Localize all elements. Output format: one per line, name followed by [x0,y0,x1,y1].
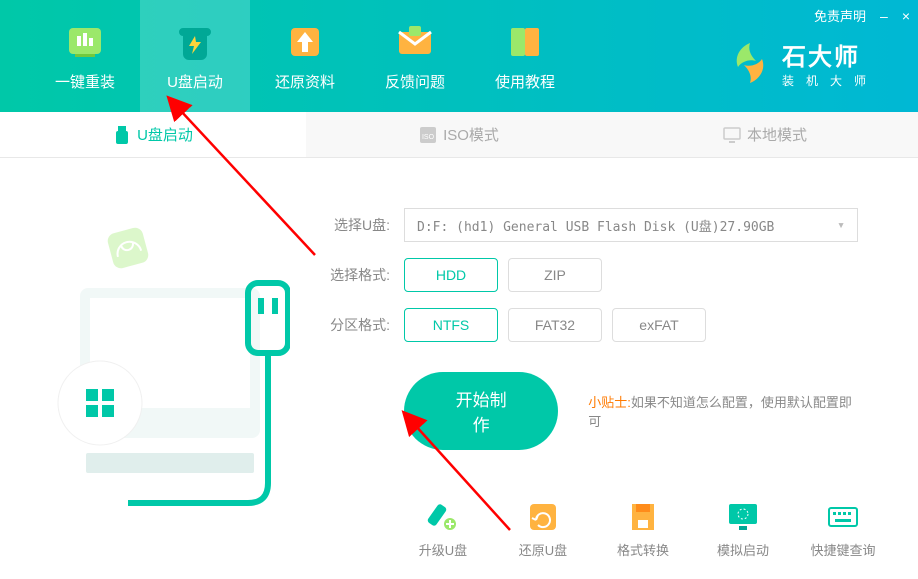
format-opt-hdd[interactable]: HDD [404,258,498,292]
svg-text:ISO: ISO [422,134,435,141]
minimize-button[interactable]: – [880,9,888,23]
restore-usb-icon [526,500,560,534]
local-icon [723,126,741,144]
nav-usb-boot[interactable]: U盘启动 [140,0,250,112]
usb-select-value: D:F: (hd1) General USB Flash Disk (U盘)27… [417,216,774,235]
usb-select[interactable]: D:F: (hd1) General USB Flash Disk (U盘)27… [404,208,858,242]
partition-opt-fat32[interactable]: FAT32 [508,308,602,342]
partition-options: NTFS FAT32 exFAT [404,308,706,342]
format-convert-icon [626,500,660,534]
tab-label: 本地模式 [747,124,807,145]
partition-opt-exfat[interactable]: exFAT [612,308,706,342]
tab-iso-mode[interactable]: ISO ISO模式 [306,112,612,157]
nav-label: 一键重装 [55,71,115,92]
partition-opt-ntfs[interactable]: NTFS [404,308,498,342]
action-restore-usb[interactable]: 还原U盘 [508,500,578,559]
nav-label: 反馈问题 [385,71,445,92]
decorative-graphic [30,208,290,488]
usb-icon [113,126,131,144]
bottom-actions: 升级U盘 还原U盘 格式转换 模拟启动 快捷键查询 [408,500,878,559]
tab-label: U盘启动 [137,124,193,145]
tutorial-icon [504,21,546,63]
brand-logo-icon [726,39,774,87]
usb-select-label: 选择U盘: [320,215,390,235]
disclaimer-link[interactable]: 免责声明 [814,6,866,25]
nav-label: 还原资料 [275,71,335,92]
action-label: 快捷键查询 [810,540,875,559]
upgrade-usb-icon [426,500,460,534]
app-header: 免责声明 – × 一键重装 U盘启动 还原资料 反馈问题 [0,0,918,112]
tip-highlight: 小贴士: [588,395,631,410]
brand-subtitle: 装机大师 [782,72,878,89]
action-hotkey-lookup[interactable]: 快捷键查询 [808,500,878,559]
nav-reinstall[interactable]: 一键重装 [30,0,140,112]
action-simulate-boot[interactable]: 模拟启动 [708,500,778,559]
action-label: 还原U盘 [519,540,567,559]
action-label: 模拟启动 [717,540,769,559]
format-opt-zip[interactable]: ZIP [508,258,602,292]
tip-text: 小贴士:如果不知道怎么配置，使用默认配置即可 [588,392,858,430]
iso-icon: ISO [419,126,437,144]
tab-local-mode[interactable]: 本地模式 [612,112,918,157]
partition-label: 分区格式: [320,315,390,335]
action-label: 格式转换 [617,540,669,559]
reinstall-icon [64,21,106,63]
close-button[interactable]: × [902,9,910,23]
format-label: 选择格式: [320,265,390,285]
nav-label: 使用教程 [495,71,555,92]
nav-feedback[interactable]: 反馈问题 [360,0,470,112]
nav-tutorial[interactable]: 使用教程 [470,0,580,112]
tab-usb-boot[interactable]: U盘启动 [0,112,306,157]
brand-title: 石大师 [782,37,878,72]
tab-label: ISO模式 [443,124,499,145]
nav-restore[interactable]: 还原资料 [250,0,360,112]
hotkey-icon [826,500,860,534]
titlebar-controls: 免责声明 – × [814,6,910,25]
form-area: 选择U盘: D:F: (hd1) General USB Flash Disk … [290,208,888,488]
nav-label: U盘启动 [167,71,223,92]
format-options: HDD ZIP [404,258,602,292]
action-label: 升级U盘 [419,540,467,559]
usb-boot-icon [174,21,216,63]
start-button[interactable]: 开始制作 [404,372,558,450]
action-format-convert[interactable]: 格式转换 [608,500,678,559]
simulate-boot-icon [726,500,760,534]
mode-tabs: U盘启动 ISO ISO模式 本地模式 [0,112,918,158]
feedback-icon [394,21,436,63]
action-upgrade-usb[interactable]: 升级U盘 [408,500,478,559]
main-nav: 一键重装 U盘启动 还原资料 反馈问题 使用教程 [0,0,580,112]
main-content: 选择U盘: D:F: (hd1) General USB Flash Disk … [0,158,918,488]
restore-icon [284,21,326,63]
